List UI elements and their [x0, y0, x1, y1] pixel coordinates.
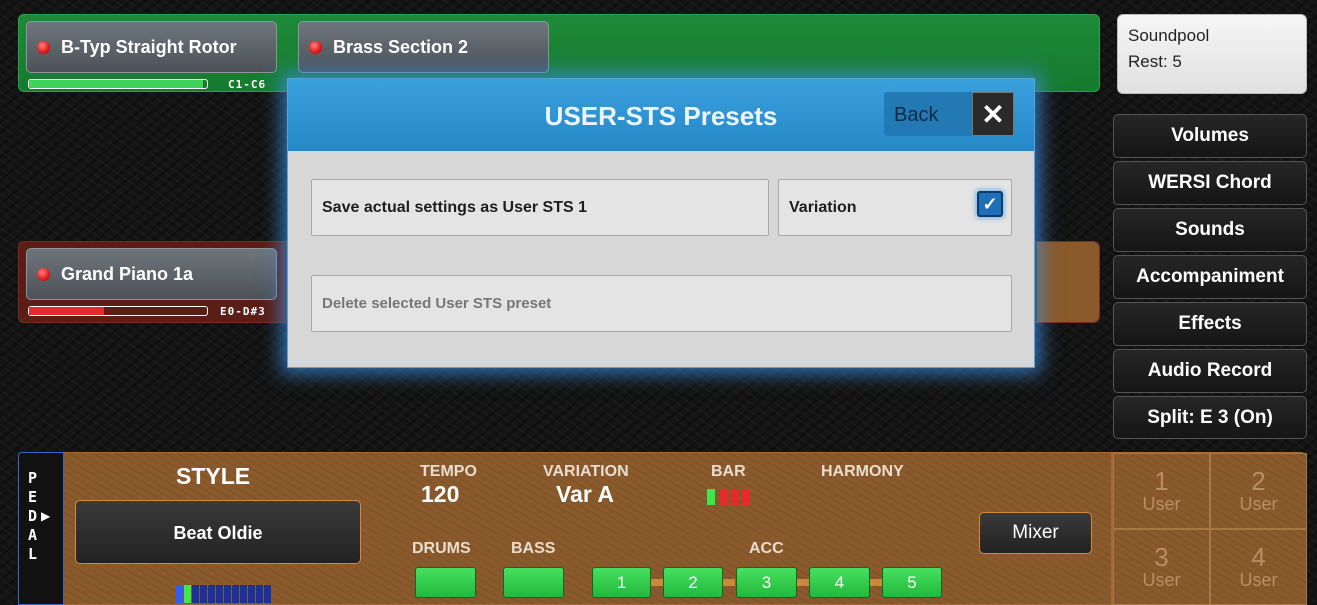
style-name: Beat Oldie — [173, 523, 263, 543]
lower-sound-1-button[interactable]: Grand Piano 1a — [26, 248, 277, 300]
style-meter-cell — [208, 585, 215, 603]
acc-link — [797, 579, 809, 586]
back-button[interactable]: Back ✕ — [884, 92, 1014, 136]
pedal-letter: P — [28, 469, 38, 487]
user-preset-1-button[interactable]: 1 User — [1113, 453, 1210, 529]
variation-label: Variation — [789, 198, 857, 216]
delete-user-sts-label: Delete selected User STS preset — [322, 295, 552, 312]
upper-sound-2-button[interactable]: Brass Section 2 — [298, 21, 549, 73]
pedal-letter: E — [28, 488, 38, 506]
back-label: Back — [894, 104, 939, 126]
tempo-value[interactable]: 120 — [421, 481, 459, 508]
lower-manual-edge — [1037, 242, 1099, 322]
delete-user-sts-button[interactable]: Delete selected User STS preset — [311, 275, 1012, 332]
dialog-header: USER-STS Presets Back ✕ — [288, 79, 1034, 151]
acc-link — [651, 579, 663, 586]
style-meter-cell — [240, 585, 247, 603]
menu-audio-record-button[interactable]: Audio Record — [1113, 349, 1307, 393]
user-preset-number: 4 — [1251, 541, 1266, 572]
acc-2-button[interactable]: 2 — [663, 567, 723, 598]
bass-toggle-button[interactable] — [503, 567, 564, 598]
pedal-letter: L — [28, 545, 38, 563]
menu-volumes-button[interactable]: Volumes — [1113, 114, 1307, 158]
drums-label: DRUMS — [412, 540, 471, 557]
style-meter-cell — [264, 585, 271, 603]
style-meter-cell — [184, 585, 191, 603]
upper-sound-1-name: B-Typ Straight Rotor — [61, 36, 237, 57]
style-title: STYLE — [176, 463, 251, 489]
upper-sound-1-range-bar — [28, 79, 208, 89]
mixer-button[interactable]: Mixer — [979, 512, 1092, 554]
led-icon — [309, 41, 322, 54]
bar-indicator-cell — [731, 489, 739, 505]
lower-sound-1-name: Grand Piano 1a — [61, 263, 194, 284]
variation-value[interactable]: Var A — [556, 481, 614, 508]
style-meter-cell — [248, 585, 255, 603]
acc-1-button[interactable]: 1 — [592, 567, 651, 598]
pedal-letter: D — [28, 507, 38, 525]
style-meter-cell — [216, 585, 223, 603]
user-preset-number: 1 — [1154, 465, 1169, 496]
save-user-sts-button[interactable]: Save actual settings as User STS 1 — [311, 179, 769, 236]
menu-accompaniment-button[interactable]: Accompaniment — [1113, 255, 1307, 299]
upper-sound-2-name: Brass Section 2 — [333, 36, 469, 57]
soundpool-button[interactable]: Soundpool Rest: 5 — [1117, 14, 1307, 94]
bar-indicator-cell — [707, 489, 715, 505]
user-preset-label: User — [1142, 569, 1181, 590]
bass-label: BASS — [511, 540, 556, 557]
save-user-sts-label: Save actual settings as User STS 1 — [322, 198, 588, 216]
tempo-label: TEMPO — [420, 463, 477, 480]
pedal-tab[interactable]: P E D ▶ A L — [18, 452, 64, 605]
drums-toggle-button[interactable] — [415, 567, 476, 598]
menu-effects-button[interactable]: Effects — [1113, 302, 1307, 346]
user-preset-label: User — [1142, 493, 1181, 514]
style-meter-cell — [224, 585, 231, 603]
menu-sounds-button[interactable]: Sounds — [1113, 208, 1307, 252]
user-preset-number: 2 — [1251, 465, 1266, 496]
style-meter-cell — [256, 585, 263, 603]
soundpool-rest: Rest: 5 — [1128, 52, 1182, 71]
user-sts-presets-dialog: USER-STS Presets Back ✕ Save actual sett… — [287, 78, 1035, 368]
soundpool-label: Soundpool — [1128, 26, 1210, 45]
led-icon — [37, 268, 50, 281]
user-preset-number: 3 — [1154, 541, 1169, 572]
menu-wersi-chord-button[interactable]: WERSI Chord — [1113, 161, 1307, 205]
upper-sound-1-range: C1-C6 — [228, 78, 267, 91]
style-meter-cell — [232, 585, 239, 603]
style-meter-cell — [192, 585, 199, 603]
bar-indicator-cell — [720, 489, 728, 505]
style-select-button[interactable]: Beat Oldie — [75, 500, 361, 564]
user-preset-2-button[interactable]: 2 User — [1210, 453, 1307, 529]
style-meter-cell — [200, 585, 207, 603]
led-icon — [37, 41, 50, 54]
acc-4-button[interactable]: 4 — [809, 567, 870, 598]
menu-split-button[interactable]: Split: E 3 (On) — [1113, 396, 1307, 439]
user-preset-3-button[interactable]: 3 User — [1113, 529, 1210, 605]
close-icon[interactable]: ✕ — [972, 92, 1014, 136]
lower-sound-1-range: E0-D#3 — [220, 305, 266, 318]
pedal-letter: A — [28, 526, 38, 544]
upper-sound-1-button[interactable]: B-Typ Straight Rotor — [26, 21, 277, 73]
user-preset-label: User — [1239, 493, 1278, 514]
acc-3-button[interactable]: 3 — [736, 567, 797, 598]
variation-checkbox[interactable]: ✓ — [977, 191, 1003, 217]
user-presets-panel: 1 User 2 User 3 User 4 User — [1112, 452, 1307, 605]
lower-sound-1-range-bar — [28, 306, 208, 316]
style-meter-cell — [176, 585, 183, 603]
variation-option[interactable]: Variation ✓ — [778, 179, 1012, 236]
bar-label: BAR — [711, 463, 746, 480]
acc-link — [870, 579, 882, 586]
user-preset-4-button[interactable]: 4 User — [1210, 529, 1307, 605]
variation-header-label: VARIATION — [543, 463, 629, 480]
harmony-label: HARMONY — [821, 463, 904, 480]
user-preset-label: User — [1239, 569, 1278, 590]
bar-indicator-cell — [742, 489, 750, 505]
acc-5-button[interactable]: 5 — [882, 567, 942, 598]
pedal-arrow-icon: ▶ — [41, 509, 51, 523]
acc-link — [723, 579, 735, 586]
acc-label: ACC — [749, 540, 784, 557]
